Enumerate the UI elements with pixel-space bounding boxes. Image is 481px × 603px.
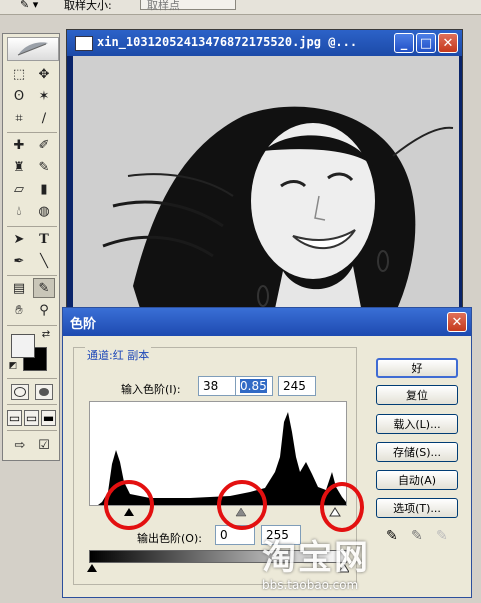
magic-wand-icon[interactable]: ✶ bbox=[33, 86, 55, 106]
portrait-photo bbox=[73, 56, 459, 318]
standard-mode-icon[interactable] bbox=[11, 384, 29, 400]
pen-icon[interactable]: ✒ bbox=[8, 251, 30, 271]
hand-icon[interactable]: ✋︎ bbox=[8, 300, 30, 320]
default-colors-icon[interactable]: ◩ bbox=[7, 360, 19, 372]
blur-icon[interactable]: 💧︎ bbox=[8, 201, 30, 221]
black-eyedropper-icon[interactable]: ✎ bbox=[386, 528, 398, 544]
toolbox-divider bbox=[7, 132, 57, 133]
levels-close-button[interactable]: ✕ bbox=[447, 312, 467, 332]
crop-icon[interactable]: ⌗ bbox=[8, 108, 30, 128]
sample-size-label: 取样大小: bbox=[64, 0, 112, 12]
type-icon[interactable]: T bbox=[33, 229, 55, 249]
input-gamma-value: 0.85 bbox=[240, 379, 267, 393]
watermark-brand: 淘宝网 bbox=[262, 538, 370, 578]
ok-button[interactable]: 好 bbox=[376, 358, 458, 378]
history-brush-icon[interactable]: ✎ bbox=[33, 157, 55, 177]
channel-label[interactable]: 通道:红 副本 bbox=[85, 347, 152, 363]
toolbox-divider bbox=[7, 275, 57, 276]
gradient-icon[interactable]: ▮ bbox=[33, 179, 55, 199]
image-window-titlebar[interactable]: xin_1031205241347687217552​0.jpg @... _ … bbox=[67, 30, 462, 56]
input-levels-label: 输入色阶(I): bbox=[121, 383, 181, 396]
document-icon bbox=[75, 36, 93, 51]
screen-mode-standard-icon[interactable]: ▭ bbox=[7, 410, 22, 426]
maximize-button[interactable]: □ bbox=[416, 33, 436, 53]
levels-dialog-titlebar[interactable]: 色阶 ✕ bbox=[63, 308, 471, 336]
healing-brush-icon[interactable]: ✚ bbox=[8, 135, 30, 155]
quick-mask-mode-icon[interactable] bbox=[35, 384, 53, 400]
toolbox-divider bbox=[7, 404, 57, 405]
black-point-annotation-circle bbox=[104, 480, 154, 530]
photo-canvas[interactable] bbox=[73, 56, 459, 318]
toolbox-divider bbox=[7, 430, 57, 431]
close-button[interactable]: ✕ bbox=[438, 33, 458, 53]
toolbox-divider bbox=[7, 378, 57, 379]
clone-stamp-icon[interactable]: ♜ bbox=[8, 157, 30, 177]
marquee-icon[interactable]: ⬚ bbox=[8, 64, 30, 84]
gamma-annotation-circle bbox=[217, 480, 267, 530]
toolbox-divider bbox=[7, 226, 57, 227]
lasso-icon[interactable]: ʘ bbox=[8, 86, 30, 106]
move-icon[interactable]: ✥ bbox=[33, 64, 55, 84]
screen-mode-menu-icon[interactable]: ▭ bbox=[24, 410, 39, 426]
feather-logo-icon[interactable] bbox=[7, 37, 59, 61]
toolbox-divider bbox=[7, 325, 57, 326]
zoom-icon[interactable]: ⚲ bbox=[33, 300, 55, 320]
slice-icon[interactable]: ∕ bbox=[33, 108, 55, 128]
eyedropper-icon[interactable]: ✎ bbox=[33, 278, 55, 298]
auto-button[interactable]: 自动(A) bbox=[376, 470, 458, 490]
white-point-annotation-circle bbox=[320, 482, 364, 532]
output-levels-label: 输出色阶(O): bbox=[137, 532, 202, 545]
watermark-url: bbs.taobao.com bbox=[262, 578, 359, 592]
path-select-icon[interactable]: ➤ bbox=[8, 229, 30, 249]
save-button[interactable]: 存储(S)... bbox=[376, 442, 458, 462]
jump-to-imageready-icon[interactable]: ⇨ bbox=[9, 435, 31, 455]
minimize-button[interactable]: _ bbox=[394, 33, 414, 53]
image-window-title: xin_1031205241347687217552​0.jpg @... bbox=[97, 35, 358, 49]
notes-icon[interactable]: ▤ bbox=[8, 278, 30, 298]
input-white-field[interactable]: 245 bbox=[278, 376, 316, 396]
load-button[interactable]: 载入(L)... bbox=[376, 414, 458, 434]
foreground-color-swatch[interactable] bbox=[11, 334, 35, 358]
input-gamma-field[interactable]: 0.85 bbox=[235, 376, 273, 396]
brush-icon[interactable]: ✐ bbox=[33, 135, 55, 155]
screen-mode-full-icon[interactable]: ▬ bbox=[41, 410, 56, 426]
options-button[interactable]: 选项(T)... bbox=[376, 498, 458, 518]
input-black-field[interactable]: 38 bbox=[198, 376, 236, 396]
gray-eyedropper-icon[interactable]: ✎ bbox=[411, 528, 423, 544]
toolbox: ⬚ ✥ ʘ ✶ ⌗ ∕ ✚ ✐ ♜ ✎ ▱ ▮ 💧︎ ◍ ➤ T ✒ ╲ ▤ ✎… bbox=[2, 33, 60, 461]
eyedropper-option-icon[interactable]: ✎ ▾ bbox=[20, 0, 38, 11]
edit-in-imageready-icon[interactable]: ☑ bbox=[33, 435, 55, 455]
reset-button[interactable]: 复位 bbox=[376, 385, 458, 405]
swap-colors-icon[interactable]: ⇄ bbox=[39, 328, 53, 340]
output-black-slider[interactable] bbox=[87, 564, 97, 572]
sample-size-select[interactable]: 取样点 bbox=[140, 0, 236, 12]
dodge-icon[interactable]: ◍ bbox=[33, 201, 55, 221]
line-icon[interactable]: ╲ bbox=[33, 251, 55, 271]
image-window: xin_1031205241347687217552​0.jpg @... _ … bbox=[66, 29, 463, 319]
eraser-icon[interactable]: ▱ bbox=[8, 179, 30, 199]
white-eyedropper-icon[interactable]: ✎ bbox=[436, 528, 448, 544]
options-bar: ✎ ▾ 取样大小: 取样点 bbox=[0, 0, 481, 15]
levels-dialog-title: 色阶 bbox=[70, 317, 97, 332]
